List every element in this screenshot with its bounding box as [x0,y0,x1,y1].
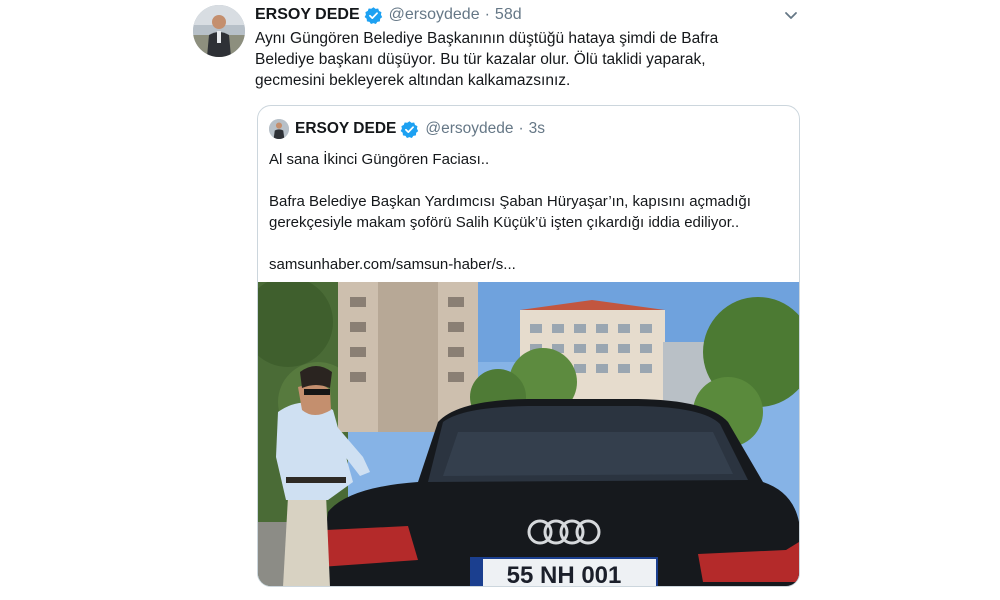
quoted-text-line: Bafra Belediye Başkan Yardımcısı Şaban H… [269,193,751,210]
tweet-text: Aynı Güngören Belediye Başkanının düştüğ… [255,28,795,91]
quoted-timestamp[interactable]: 3s [529,120,545,138]
quoted-tweet[interactable]: ERSOY DEDE @ersoydede · 3s Al sana İkinc… [257,105,800,587]
tweet-header: ERSOY DEDE @ersoydede · 58d [255,4,522,26]
quoted-author-handle[interactable]: @ersoydede [425,120,513,138]
verified-badge-icon [400,120,419,139]
separator-dot: · [518,120,524,137]
quoted-link[interactable]: samsunhaber.com/samsun-haber/s... [269,254,789,275]
quoted-text-line: Al sana İkinci Güngören Faciası.. [269,151,490,168]
quoted-avatar [269,119,289,139]
avatar-image [193,5,245,57]
author-name[interactable]: ERSOY DEDE [255,6,360,24]
avatar[interactable] [193,5,245,57]
tweet-text-line: Aynı Güngören Belediye Başkanının düştüğ… [255,30,719,47]
quoted-author-name[interactable]: ERSOY DEDE [295,120,396,138]
quoted-tweet-text: Al sana İkinci Güngören Faciası.. Bafra … [269,149,789,275]
quoted-tweet-photo[interactable]: 55 NH 001 [258,282,799,587]
quoted-text-line: gerekçesiyle makam şoförü Salih Küçük’ü … [269,214,740,231]
verified-badge-icon [364,6,383,25]
author-handle[interactable]: @ersoydede [389,6,480,24]
chevron-down-icon[interactable] [782,6,800,24]
license-plate-text: 55 NH 001 [507,562,622,587]
separator-dot: · [484,6,490,23]
tweet: ERSOY DEDE @ersoydede · 58d Aynı Güngöre… [0,0,1000,600]
quoted-tweet-header: ERSOY DEDE @ersoydede · 3s [269,118,545,140]
tweet-timestamp[interactable]: 58d [495,6,522,24]
tweet-text-line: gecmesini bekleyerek altından kalkamazsı… [255,72,571,89]
tweet-text-line: Belediye başkanı düşüyor. Bu tür kazalar… [255,51,706,68]
